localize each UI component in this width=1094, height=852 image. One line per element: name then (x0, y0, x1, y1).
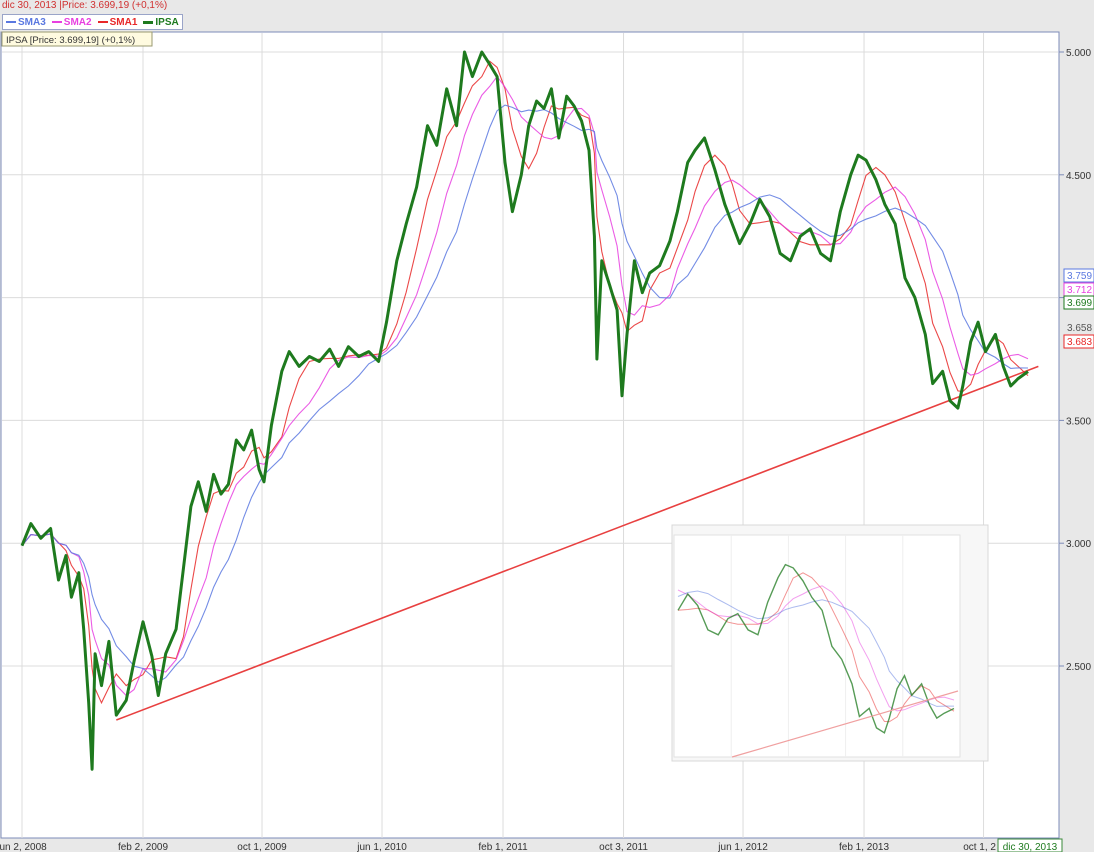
y-axis: 2.5003.0003.5004.0004.5005.000 (1059, 48, 1091, 673)
y-tick-label: 5.000 (1066, 48, 1091, 59)
inset-thumbnail (671, 524, 989, 762)
x-tick-label: oct 1, 2 (963, 842, 996, 852)
price-box: IPSA [Price: 3.699,19] (+0,1%) (1, 31, 153, 47)
x-tick-label: feb 1, 2011 (478, 842, 528, 852)
x-tick-label: feb 1, 2013 (839, 842, 889, 852)
y-tick-label: 4.500 (1066, 171, 1091, 182)
inset-plot (673, 534, 961, 758)
y-tick-label: 2.500 (1066, 662, 1091, 673)
price-box-text: IPSA [Price: 3.699,19] (+0,1%) (6, 35, 135, 46)
y-tick-label: 3.000 (1066, 539, 1091, 550)
x-tick-label: jun 1, 2010 (356, 842, 407, 852)
last-date-label: dic 30, 2013 (1003, 842, 1058, 852)
x-tick-label: feb 2, 2009 (118, 842, 168, 852)
x-tick-label: jun 1, 2012 (717, 842, 768, 852)
x-tick-label: jun 2, 2008 (0, 842, 47, 852)
x-axis: jun 2, 2008 feb 2, 2009 oct 1, 2009 jun 1, … (0, 838, 1063, 852)
y-tick-label: 3.500 (1066, 416, 1091, 427)
last-value-label: 3.699 (1067, 298, 1092, 309)
price-chart[interactable]: 2.5003.0003.5004.0004.5005.000 jun 2, 20… (0, 0, 1094, 852)
last-value-label: 3.683 (1067, 337, 1092, 348)
last-value-labels: 3.759 3.712 3.699 3.658 3.683 (1063, 268, 1094, 349)
last-value-label: 3.759 (1067, 271, 1092, 282)
x-tick-label: oct 1, 2009 (237, 842, 287, 852)
last-value-label: 3.658 (1067, 323, 1092, 334)
x-tick-label: oct 3, 2011 (599, 842, 648, 852)
last-value-label: 3.712 (1067, 285, 1092, 296)
